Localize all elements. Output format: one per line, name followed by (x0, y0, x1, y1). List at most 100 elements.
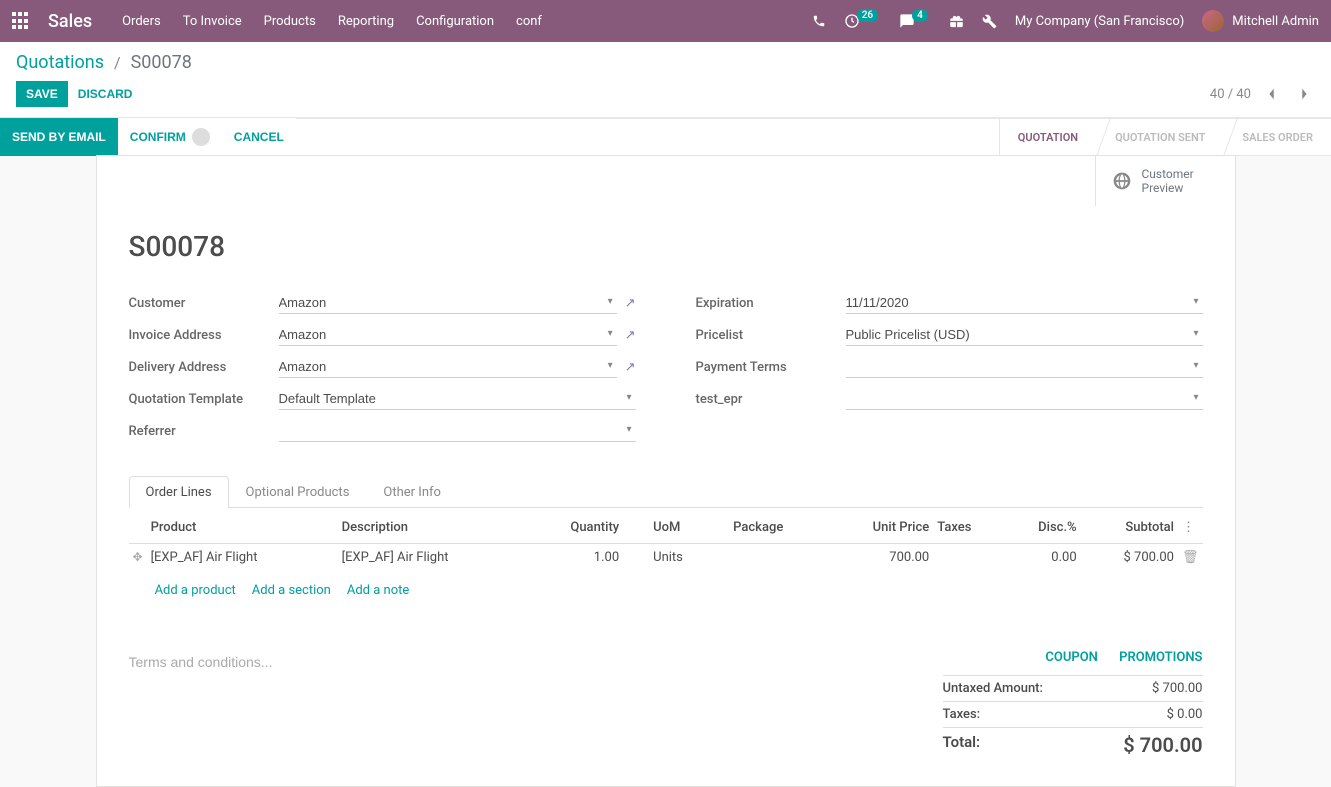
cell-disc[interactable]: 0.00 (1003, 544, 1080, 572)
save-button[interactable]: SAVE (16, 81, 68, 107)
stat-button-line1: Customer (1142, 167, 1194, 181)
form-sheet: Customer Preview S00078 Customer ▾ ↗ Inv… (96, 155, 1236, 787)
discard-button[interactable]: DISCARD (68, 81, 143, 107)
cell-subtotal: $ 700.00 (1081, 544, 1178, 572)
label-payment-terms: Payment Terms (696, 360, 846, 375)
th-package: Package (729, 512, 826, 544)
tab-optional-products[interactable]: Optional Products (229, 476, 367, 508)
input-test-epr[interactable] (846, 388, 1203, 410)
add-section-link[interactable]: Add a section (252, 583, 331, 598)
breadcrumb-current: S00078 (131, 52, 192, 73)
taxes-value: $ 0.00 (1167, 707, 1203, 722)
menu-configuration[interactable]: Configuration (416, 14, 494, 29)
stage-quotation-sent[interactable]: QUOTATION SENT (1096, 119, 1223, 155)
confirm-button[interactable]: CONFIRM (118, 118, 222, 156)
label-referrer: Referrer (129, 424, 279, 439)
th-uom: UoM (623, 512, 729, 544)
app-brand[interactable]: Sales (48, 11, 92, 32)
trash-icon[interactable]: 🗑 (1182, 550, 1199, 565)
label-expiration: Expiration (696, 296, 846, 311)
menu-orders[interactable]: Orders (122, 14, 161, 29)
cell-description[interactable]: [EXP_AF] Air Flight (338, 544, 529, 572)
th-kebab[interactable]: ⋮ (1178, 512, 1203, 544)
input-expiration[interactable] (846, 292, 1203, 314)
terms-input[interactable] (129, 650, 943, 674)
menu-reporting[interactable]: Reporting (338, 14, 394, 29)
confirm-user-icon (192, 128, 210, 146)
th-disc: Disc.% (1003, 512, 1080, 544)
tab-other-info[interactable]: Other Info (366, 476, 458, 508)
th-subtotal: Subtotal (1081, 512, 1178, 544)
label-quotation-template: Quotation Template (129, 392, 279, 407)
input-customer[interactable] (279, 292, 617, 314)
coupon-link[interactable]: COUPON (1045, 650, 1098, 665)
tab-order-lines[interactable]: Order Lines (129, 476, 229, 508)
pager-prev[interactable] (1261, 83, 1283, 105)
add-note-link[interactable]: Add a note (347, 583, 409, 598)
cell-quantity[interactable]: 1.00 (529, 544, 623, 572)
label-test-epr: test_epr (696, 392, 846, 407)
th-taxes: Taxes (933, 512, 1003, 544)
table-row[interactable]: ✥ [EXP_AF] Air Flight [EXP_AF] Air Fligh… (129, 544, 1203, 572)
statusbar: SEND BY EMAIL CONFIRM CANCEL QUOTATION Q… (0, 118, 1331, 156)
label-delivery-address: Delivery Address (129, 360, 279, 375)
user-name: Mitchell Admin (1232, 14, 1319, 29)
th-quantity: Quantity (529, 512, 623, 544)
menu-to-invoice[interactable]: To Invoice (183, 14, 242, 29)
input-quotation-template[interactable] (279, 388, 636, 410)
th-unit-price: Unit Price (826, 512, 933, 544)
th-product: Product (147, 512, 338, 544)
input-payment-terms[interactable] (846, 356, 1203, 378)
globe-icon (1112, 171, 1132, 191)
cell-uom[interactable]: Units (623, 544, 729, 572)
input-referrer[interactable] (279, 420, 636, 442)
tools-icon[interactable] (982, 14, 997, 29)
input-pricelist[interactable] (846, 324, 1203, 346)
promotions-link[interactable]: PROMOTIONS (1119, 650, 1202, 665)
pager: 40 / 40 (1210, 87, 1251, 102)
input-invoice-address[interactable] (279, 324, 617, 346)
taxes-label: Taxes: (943, 707, 981, 722)
phone-icon[interactable] (812, 14, 826, 28)
th-description: Description (338, 512, 529, 544)
total-label: Total: (943, 733, 981, 757)
activity-badge: 26 (857, 9, 878, 22)
untaxed-label: Untaxed Amount: (943, 681, 1043, 696)
cell-taxes[interactable] (933, 544, 1003, 572)
customer-preview-button[interactable]: Customer Preview (1095, 156, 1235, 206)
control-panel: Quotations / S00078 SAVE DISCARD 40 / 40 (0, 42, 1331, 118)
breadcrumb: Quotations / S00078 (0, 42, 1331, 77)
label-invoice-address: Invoice Address (129, 328, 279, 343)
user-menu[interactable]: Mitchell Admin (1202, 10, 1319, 32)
cancel-button[interactable]: CANCEL (222, 118, 296, 156)
breadcrumb-root[interactable]: Quotations (16, 52, 104, 73)
input-delivery-address[interactable] (279, 356, 617, 378)
messages-badge: 4 (912, 9, 928, 22)
untaxed-value: $ 700.00 (1152, 681, 1203, 696)
external-link-icon[interactable]: ↗ (625, 328, 636, 343)
stage-quotation[interactable]: QUOTATION (999, 119, 1096, 155)
record-title: S00078 (129, 230, 1203, 263)
order-lines-table: Product Description Quantity UoM Package… (129, 512, 1203, 610)
drag-handle-icon[interactable]: ✥ (133, 550, 143, 564)
menu-products[interactable]: Products (264, 14, 316, 29)
apps-icon[interactable] (12, 12, 30, 30)
menu-conf[interactable]: conf (516, 14, 542, 29)
send-by-email-button[interactable]: SEND BY EMAIL (0, 118, 118, 156)
label-customer: Customer (129, 296, 279, 311)
cell-unit-price[interactable]: 700.00 (826, 544, 933, 572)
tabs: Order Lines Optional Products Other Info (129, 475, 1203, 508)
pager-next[interactable] (1293, 83, 1315, 105)
cell-package[interactable] (729, 544, 826, 572)
user-avatar (1202, 10, 1224, 32)
gift-icon[interactable] (949, 14, 964, 29)
add-product-link[interactable]: Add a product (155, 583, 236, 598)
activity-icon[interactable]: 26 (844, 13, 881, 29)
external-link-icon[interactable]: ↗ (625, 360, 636, 375)
external-link-icon[interactable]: ↗ (625, 296, 636, 311)
stage-sales-order[interactable]: SALES ORDER (1223, 119, 1331, 155)
messages-icon[interactable]: 4 (899, 13, 931, 29)
company-switcher[interactable]: My Company (San Francisco) (1015, 14, 1184, 29)
cell-product[interactable]: [EXP_AF] Air Flight (147, 544, 338, 572)
stat-button-line2: Preview (1142, 181, 1194, 195)
